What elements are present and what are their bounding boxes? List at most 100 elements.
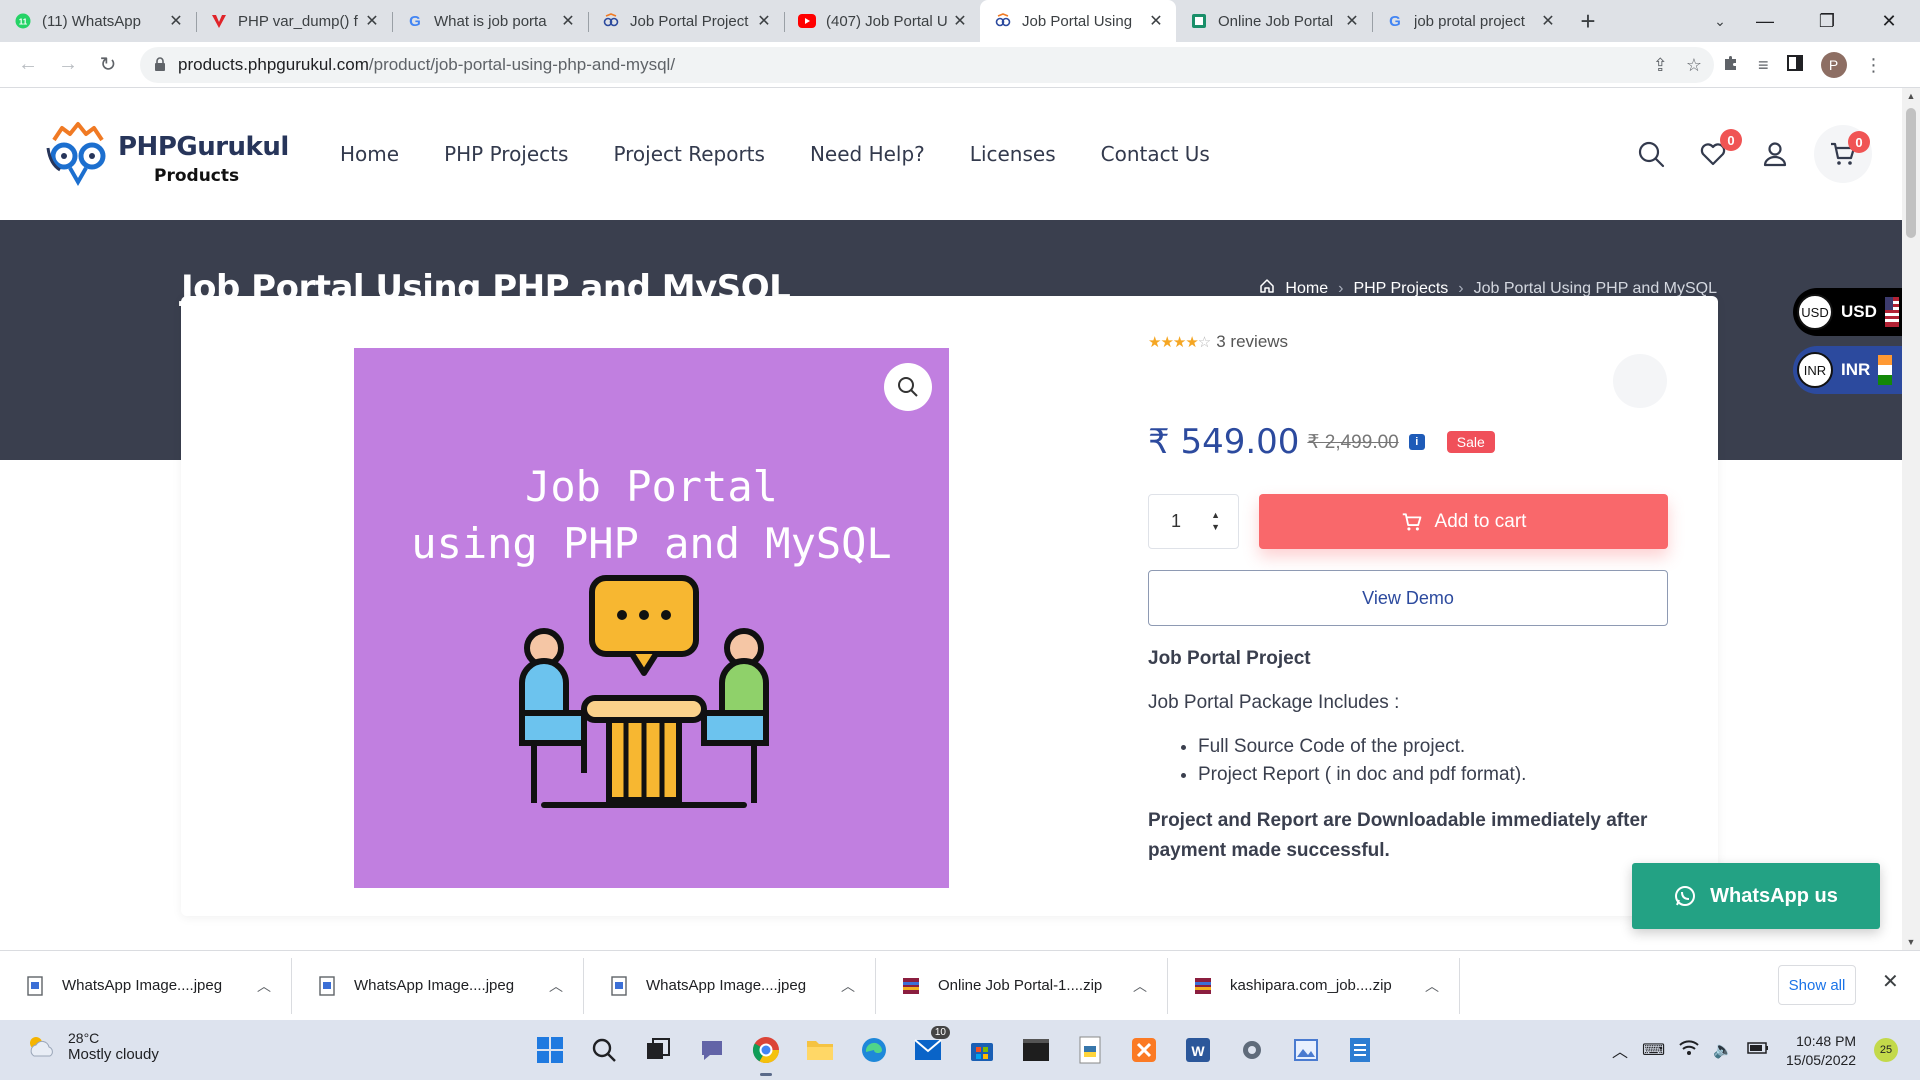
close-tab-icon[interactable]: ✕ [1146, 11, 1166, 31]
more-menu-icon[interactable]: ⋮ [1865, 55, 1883, 76]
volume-icon[interactable]: 🔈 [1713, 1040, 1733, 1060]
system-clock[interactable]: 10:48 PM 15/05/2022 [1786, 1032, 1856, 1070]
browser-tab[interactable]: 11 (11) WhatsApp ✕ [0, 0, 196, 42]
site-logo[interactable]: PHPGurukul Products [40, 118, 290, 193]
nav-contact-us[interactable]: Contact Us [1101, 142, 1210, 166]
account-user-icon[interactable] [1744, 123, 1806, 185]
forward-arrow-icon[interactable]: → [48, 45, 88, 85]
browser-tab[interactable]: G What is job porta ✕ [392, 0, 588, 42]
keyboard-icon[interactable]: ⌨ [1642, 1040, 1665, 1060]
wishlist-heart-icon[interactable]: 0 [1682, 123, 1744, 185]
chevron-up-icon[interactable]: ︿ [1133, 976, 1147, 996]
mail-icon[interactable]: 10 [908, 1026, 950, 1070]
scroll-up-arrow-icon[interactable]: ▲ [1902, 88, 1920, 104]
product-image[interactable]: Job Portal using PHP and MySQL [354, 348, 949, 888]
currency-usd[interactable]: USD USD [1793, 288, 1913, 336]
close-tab-icon[interactable]: ✕ [754, 11, 774, 31]
chrome-icon[interactable] [746, 1030, 786, 1076]
task-view-icon[interactable] [638, 1030, 678, 1070]
windows-start-icon[interactable] [530, 1030, 570, 1070]
reading-list-icon[interactable]: ≡ [1758, 55, 1769, 76]
breadcrumb-home[interactable]: Home [1285, 280, 1328, 298]
download-item[interactable]: WhatsApp Image....jpeg ︿ [292, 957, 584, 1014]
settings-gear-icon[interactable] [1232, 1030, 1272, 1070]
add-to-cart-button[interactable]: Add to cart [1259, 494, 1668, 549]
close-tab-icon[interactable]: ✕ [950, 11, 970, 31]
close-window-icon[interactable]: ✕ [1858, 0, 1920, 42]
browser-tab[interactable]: G job protal project ✕ [1372, 0, 1568, 42]
nav-licenses[interactable]: Licenses [970, 142, 1056, 166]
back-arrow-icon[interactable]: ← [8, 45, 48, 85]
nav-need-help[interactable]: Need Help? [810, 142, 925, 166]
minimize-icon[interactable]: — [1734, 0, 1796, 42]
chevron-up-icon[interactable]: ︿ [257, 976, 271, 996]
teams-chat-icon[interactable] [692, 1030, 732, 1070]
chevron-up-icon[interactable]: ︿ [1612, 1038, 1628, 1062]
scroll-down-arrow-icon[interactable]: ▼ [1902, 934, 1920, 950]
download-item[interactable]: Online Job Portal-1....zip ︿ [876, 957, 1168, 1014]
cart-icon[interactable]: 0 [1814, 125, 1872, 183]
reload-icon[interactable]: ↻ [88, 45, 128, 85]
close-tab-icon[interactable]: ✕ [1538, 11, 1558, 31]
python-file-icon[interactable] [1070, 1030, 1110, 1070]
share-icon[interactable]: ⇪ [1653, 55, 1668, 76]
nav-home[interactable]: Home [340, 142, 399, 166]
close-download-bar-icon[interactable]: ✕ [1882, 969, 1899, 994]
add-to-wishlist-button[interactable] [1613, 354, 1667, 408]
chevron-up-icon[interactable]: ︿ [1425, 976, 1439, 996]
new-tab-button[interactable]: + [1568, 0, 1608, 42]
download-item[interactable]: WhatsApp Image....jpeg ︿ [0, 957, 292, 1014]
page-scrollbar[interactable]: ▲ ▼ [1902, 88, 1920, 950]
search-icon[interactable] [1620, 123, 1682, 185]
chevron-up-icon[interactable]: ︿ [841, 976, 855, 996]
quantity-stepper[interactable]: 1 ▲ ▼ [1148, 494, 1239, 549]
weather-widget[interactable]: 28°C Mostly cloudy [26, 1030, 159, 1063]
address-bar[interactable]: products.phpgurukul.com/product/job-port… [140, 47, 1714, 83]
zoom-magnifier-icon[interactable] [884, 363, 932, 411]
breadcrumb-category[interactable]: PHP Projects [1353, 280, 1448, 298]
show-all-downloads-button[interactable]: Show all [1778, 965, 1856, 1005]
xampp-icon[interactable] [1124, 1030, 1164, 1070]
store-icon[interactable] [962, 1030, 1002, 1070]
restore-icon[interactable]: ❐ [1796, 0, 1858, 42]
description-intro: Job Portal Package Includes : [1148, 692, 1400, 713]
close-tab-icon[interactable]: ✕ [362, 11, 382, 31]
download-filename: Online Job Portal-1....zip [938, 977, 1103, 994]
browser-tab[interactable]: Online Job Portal ✕ [1176, 0, 1372, 42]
wifi-icon[interactable] [1679, 1039, 1699, 1061]
view-demo-button[interactable]: View Demo [1148, 570, 1668, 626]
close-tab-icon[interactable]: ✕ [558, 11, 578, 31]
browser-tab-active[interactable]: Job Portal Using ✕ [980, 0, 1176, 42]
file-explorer-icon[interactable] [800, 1030, 840, 1070]
close-tab-icon[interactable]: ✕ [1342, 11, 1362, 31]
search-icon[interactable] [584, 1030, 624, 1070]
whatsapp-button[interactable]: WhatsApp us [1632, 863, 1880, 929]
nav-php-projects[interactable]: PHP Projects [444, 142, 568, 166]
product-rating[interactable]: ★★★★☆ 3 reviews [1148, 332, 1668, 352]
price-info-icon[interactable]: i [1408, 434, 1425, 450]
extensions-puzzle-icon[interactable] [1722, 54, 1740, 77]
scrollbar-thumb[interactable] [1906, 108, 1916, 238]
reviews-count[interactable]: 3 reviews [1216, 332, 1288, 352]
nav-project-reports[interactable]: Project Reports [613, 142, 765, 166]
side-panel-icon[interactable] [1786, 54, 1803, 76]
currency-inr[interactable]: INR INR [1793, 346, 1913, 394]
battery-icon[interactable] [1747, 1041, 1769, 1059]
profile-avatar[interactable]: P [1820, 52, 1847, 78]
browser-tab[interactable]: (407) Job Portal U ✕ [784, 0, 980, 42]
close-tab-icon[interactable]: ✕ [166, 11, 186, 31]
browser-tab[interactable]: PHP var_dump() f ✕ [196, 0, 392, 42]
stepper-arrows-icon[interactable]: ▲ ▼ [1211, 509, 1220, 533]
phpgurukul-icon [602, 12, 620, 30]
notification-badge[interactable]: 25 [1874, 1038, 1898, 1062]
edge-icon[interactable] [854, 1030, 894, 1070]
download-item[interactable]: WhatsApp Image....jpeg ︿ [584, 957, 876, 1014]
bookmark-star-icon[interactable]: ☆ [1686, 55, 1702, 76]
download-item[interactable]: kashipara.com_job....zip ︿ [1168, 957, 1460, 1014]
chevron-up-icon[interactable]: ︿ [549, 976, 563, 996]
word-icon[interactable]: W [1178, 1030, 1218, 1070]
notepad-icon[interactable] [1340, 1030, 1380, 1070]
photos-icon[interactable] [1286, 1030, 1326, 1070]
browser-tab[interactable]: Job Portal Project ✕ [588, 0, 784, 42]
terminal-icon[interactable] [1016, 1030, 1056, 1070]
